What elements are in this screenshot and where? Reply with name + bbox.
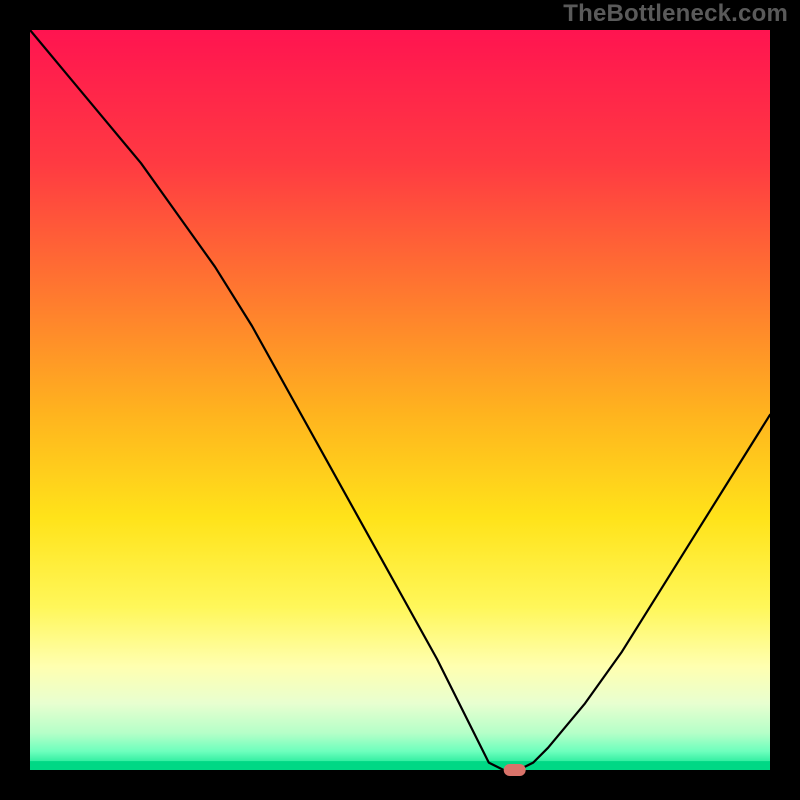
plot-floor: [30, 761, 770, 770]
watermark-text: TheBottleneck.com: [563, 0, 788, 28]
optimum-marker: [504, 764, 526, 776]
bottleneck-chart: [0, 0, 800, 800]
plot-background: [30, 30, 770, 770]
chart-stage: TheBottleneck.com: [0, 0, 800, 800]
